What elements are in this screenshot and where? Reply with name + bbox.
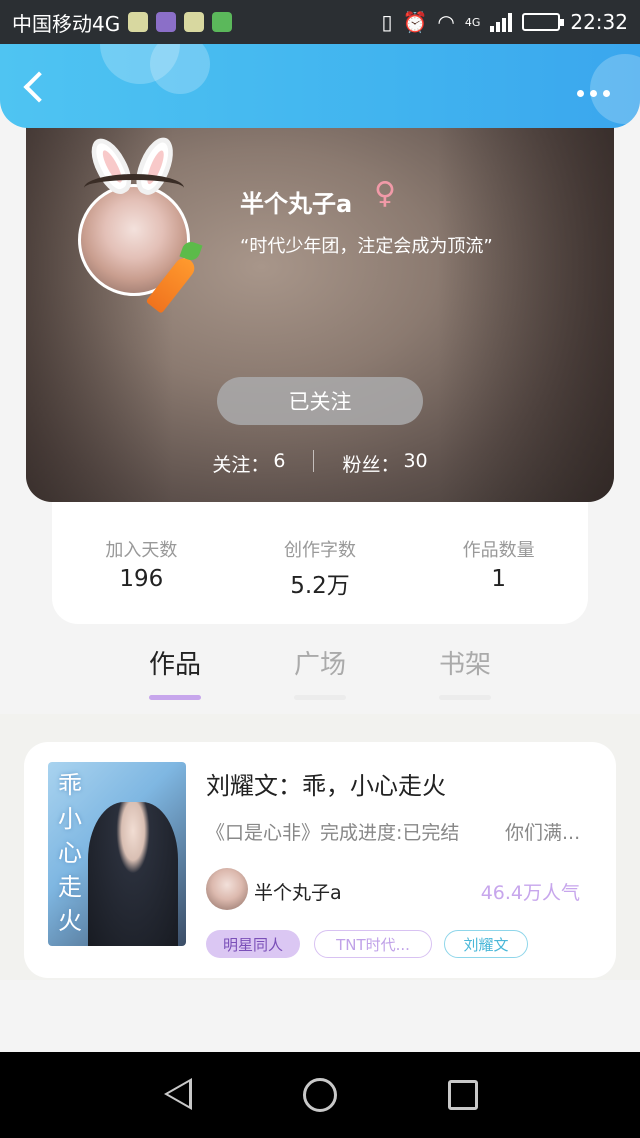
profile-tabs: 作品 广场 书架 (0, 640, 640, 714)
fans-label: 粉丝： (342, 454, 400, 476)
work-description-extra: 你们满... (505, 822, 581, 844)
tab-label: 广场 (293, 650, 346, 680)
following-value: 6 (273, 450, 286, 472)
nav-home-icon[interactable] (303, 1078, 337, 1112)
tag-tnt[interactable]: TNT时代... (314, 930, 432, 958)
stat-value: 5.2万 (290, 573, 350, 599)
work-title[interactable]: 刘耀文：乖，小心走火 (206, 766, 446, 801)
profile-motto: “时代少年团，注定会成为顶流” (240, 236, 493, 257)
app-notification-icon (184, 12, 205, 32)
more-dots-icon[interactable] (577, 90, 610, 97)
stat-label: 作品数量 (462, 540, 535, 561)
cover-title: 乖小心走火 (58, 771, 82, 935)
alarm-icon: ⏰ (402, 10, 428, 34)
stat-label: 加入天数 (105, 540, 178, 561)
work-card[interactable]: 乖小心走火 刘耀文：乖，小心走火 《口是心非》完成进度:已完结 你们满... 半… (24, 742, 616, 978)
clock: 22:32 (570, 10, 628, 34)
work-description: 《口是心非》完成进度:已完结 (206, 822, 460, 844)
app-notification-icon (212, 12, 233, 32)
tab-label: 作品 (148, 650, 201, 680)
following-count[interactable]: 关注： 6 (212, 450, 285, 477)
nav-recents-icon[interactable] (448, 1080, 478, 1110)
wifi-icon: ◠ (437, 10, 455, 34)
tag-celebrity-fanfic[interactable]: 明星同人 (206, 930, 300, 958)
stat-label: 创作字数 (284, 540, 356, 561)
stat-value: 1 (491, 566, 506, 592)
tag-liu-yaowen[interactable]: 刘耀文 (444, 930, 528, 958)
fans-count[interactable]: 粉丝： 30 (342, 450, 427, 477)
carrier-label: 中国移动4G (12, 11, 121, 36)
author-name[interactable]: 半个丸子a (254, 878, 342, 905)
system-nav-bar (0, 1052, 640, 1138)
author-avatar[interactable] (206, 868, 248, 910)
divider (313, 450, 315, 472)
stat-word-count: 创作字数 5.2万 (231, 536, 410, 624)
tab-bookshelf[interactable]: 书架 (420, 644, 510, 700)
tab-indicator (294, 695, 346, 700)
book-cover[interactable]: 乖小心走火 (48, 762, 186, 946)
tab-label: 书架 (438, 650, 491, 680)
vibrate-icon: ▯ (381, 10, 393, 34)
popularity-count: 46.4万人气 (480, 882, 580, 904)
app-notification-icon (128, 12, 149, 32)
fans-value: 30 (403, 450, 428, 472)
following-label: 关注： (212, 454, 270, 476)
stat-value: 196 (119, 566, 164, 592)
female-icon: ♀ (374, 176, 396, 211)
top-app-bar (0, 44, 640, 128)
stat-works-count: 作品数量 1 (409, 536, 588, 624)
app-notification-icon (156, 12, 177, 32)
tab-indicator (149, 695, 201, 700)
signal-icon (490, 12, 513, 32)
tab-square[interactable]: 广场 (275, 644, 365, 700)
follow-stats: 关注： 6 粉丝： 30 (26, 450, 614, 477)
network-type-label: 4G (464, 15, 481, 29)
back-chevron-icon[interactable] (22, 74, 44, 96)
avatar[interactable] (78, 132, 203, 314)
profile-card: 半个丸子a ♀ “时代少年团，注定会成为顶流” 已关注 关注： 6 粉丝： 30 (26, 110, 614, 502)
tab-indicator (439, 695, 491, 700)
nickname: 半个丸子a (240, 190, 353, 218)
creator-stats: 加入天数 196 创作字数 5.2万 作品数量 1 (52, 492, 588, 624)
nav-back-icon[interactable] (164, 1078, 192, 1110)
follow-button[interactable]: 已关注 (217, 377, 423, 425)
battery-icon (522, 13, 565, 31)
tab-works[interactable]: 作品 (130, 644, 220, 700)
status-bar: 中国移动4G ▯ ⏰ ◠ 4G 22:32 (0, 0, 640, 44)
stat-join-days: 加入天数 196 (52, 536, 231, 624)
cover-portrait (88, 802, 178, 946)
